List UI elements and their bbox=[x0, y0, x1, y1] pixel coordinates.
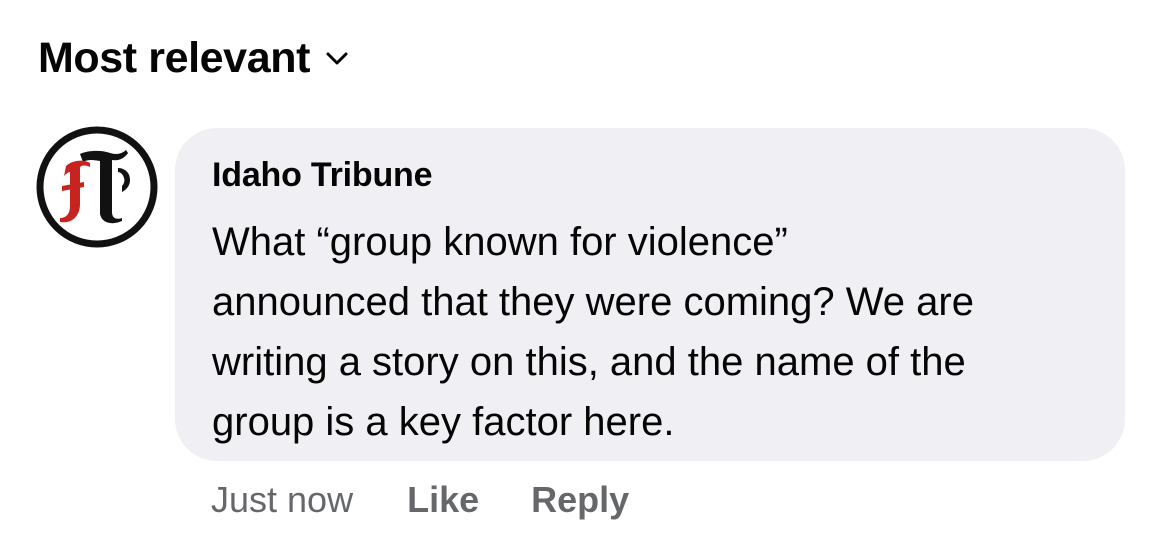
sort-label: Most relevant bbox=[38, 34, 310, 82]
comment-actions: Just now Like Reply bbox=[211, 478, 681, 522]
comment-bubble: Idaho Tribune What “group known for viol… bbox=[175, 128, 1125, 461]
comment-text-line: announced that they were coming? We are bbox=[212, 280, 974, 324]
idaho-tribune-logo[interactable] bbox=[36, 126, 158, 248]
comment: Idaho Tribune What “group known for viol… bbox=[36, 126, 1126, 526]
comment-text: What “group known for violence” announce… bbox=[212, 212, 1112, 452]
chevron-down-icon bbox=[326, 52, 348, 65]
like-button[interactable]: Like bbox=[407, 478, 479, 522]
comment-author[interactable]: Idaho Tribune bbox=[212, 154, 432, 196]
comment-text-line: group is a key factor here. bbox=[212, 400, 675, 444]
comment-text-line: What “group known for violence” bbox=[212, 220, 788, 264]
comment-timestamp[interactable]: Just now bbox=[211, 478, 353, 522]
reply-button[interactable]: Reply bbox=[531, 478, 629, 522]
comment-text-line: writing a story on this, and the name of… bbox=[212, 340, 966, 384]
sort-dropdown[interactable]: Most relevant bbox=[38, 32, 348, 84]
